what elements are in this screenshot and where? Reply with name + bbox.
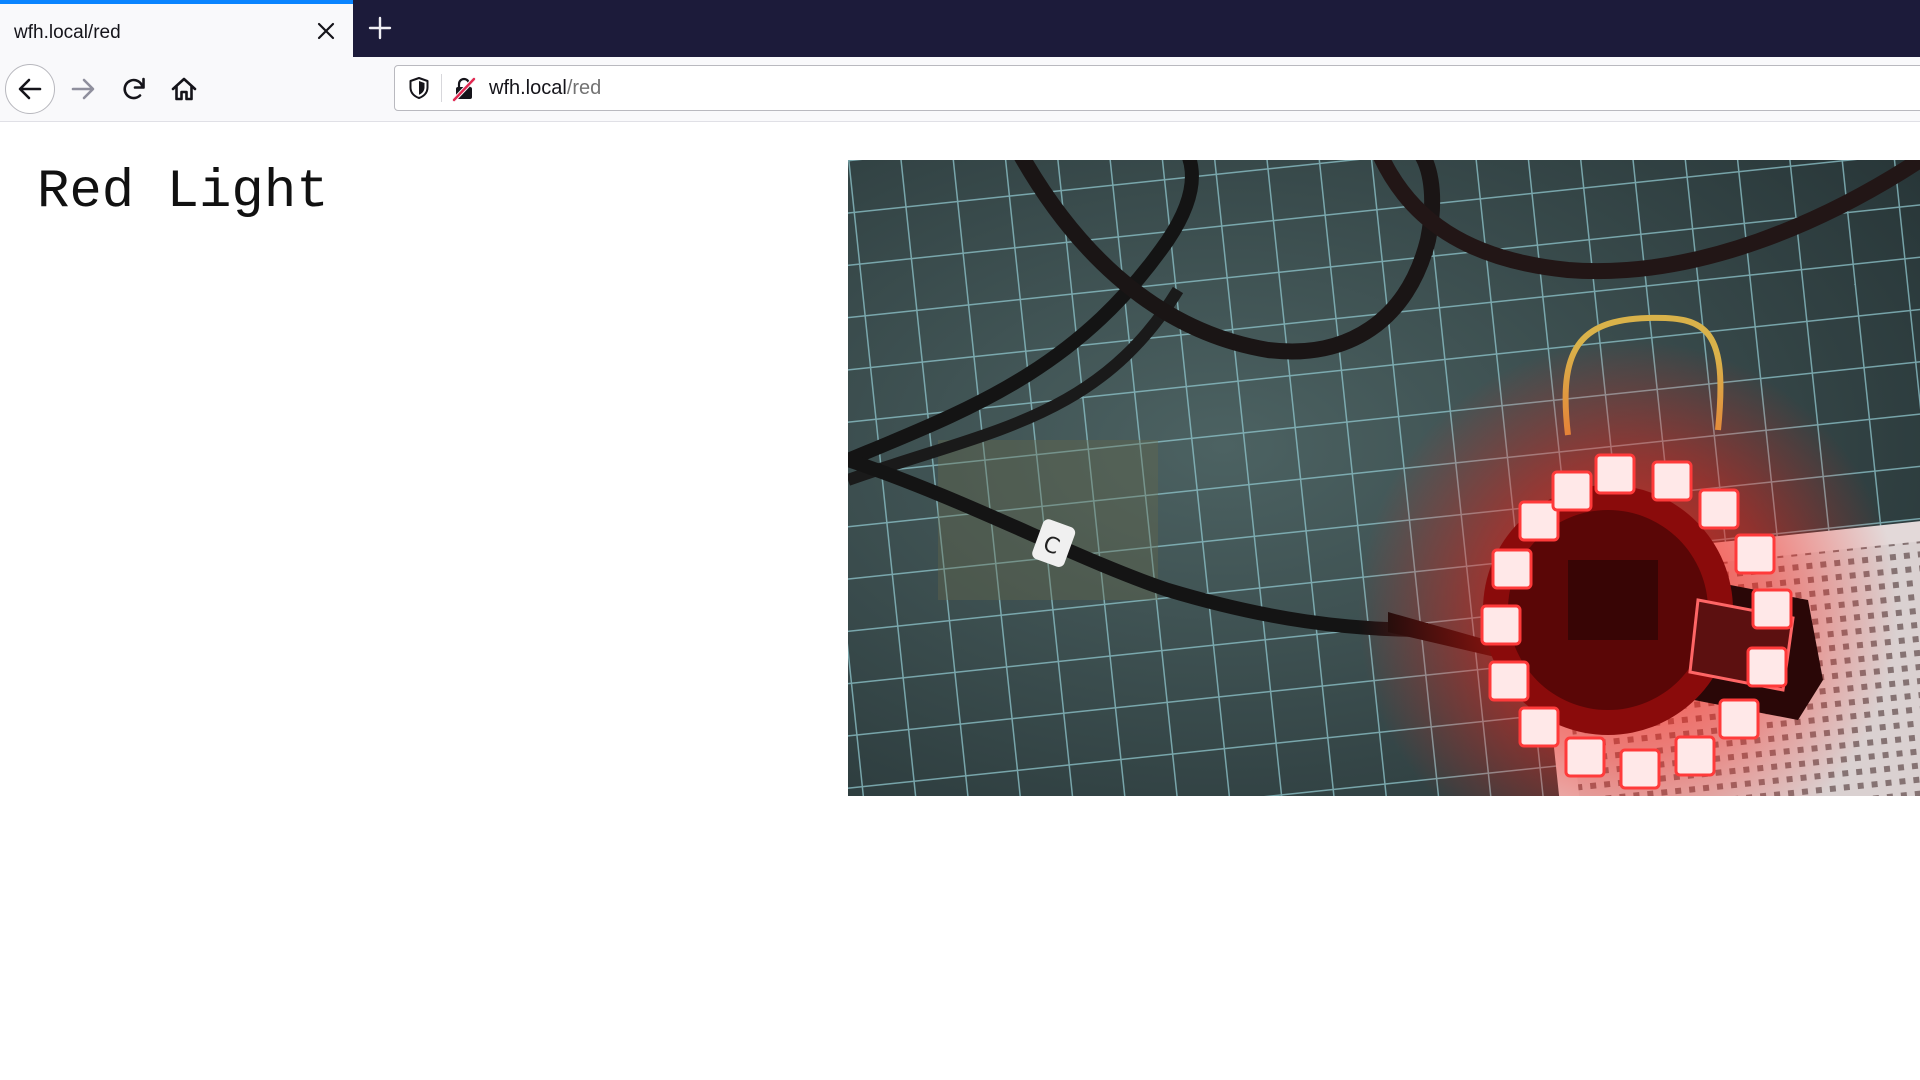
back-button[interactable] [5,64,55,114]
home-button[interactable] [159,64,209,114]
insecure-lock-icon[interactable] [451,76,477,102]
tab-active[interactable]: wfh.local/red [0,0,353,57]
navigation-toolbar: wfh.local/red [0,57,1920,122]
close-icon[interactable] [313,18,339,44]
address-bar-divider [441,74,442,102]
led-ring-photo: C [848,160,1920,796]
shield-icon[interactable] [407,76,431,100]
arrow-right-icon [71,78,95,100]
page-content: Red Light C [0,122,1920,1080]
home-icon [171,77,197,101]
url-path: /red [566,77,602,99]
plus-icon[interactable] [364,12,396,44]
address-bar[interactable]: wfh.local/red [394,65,1920,111]
page-title: Red Light [37,162,329,223]
tab-strip: wfh.local/red [0,0,1920,57]
reload-button[interactable] [109,64,159,114]
arrow-left-icon [18,78,42,100]
tab-title: wfh.local/red [14,22,121,43]
url-host: wfh.local [489,77,567,99]
reload-icon [123,77,145,100]
url-text[interactable]: wfh.local/red [489,77,601,100]
forward-button[interactable] [58,64,108,114]
